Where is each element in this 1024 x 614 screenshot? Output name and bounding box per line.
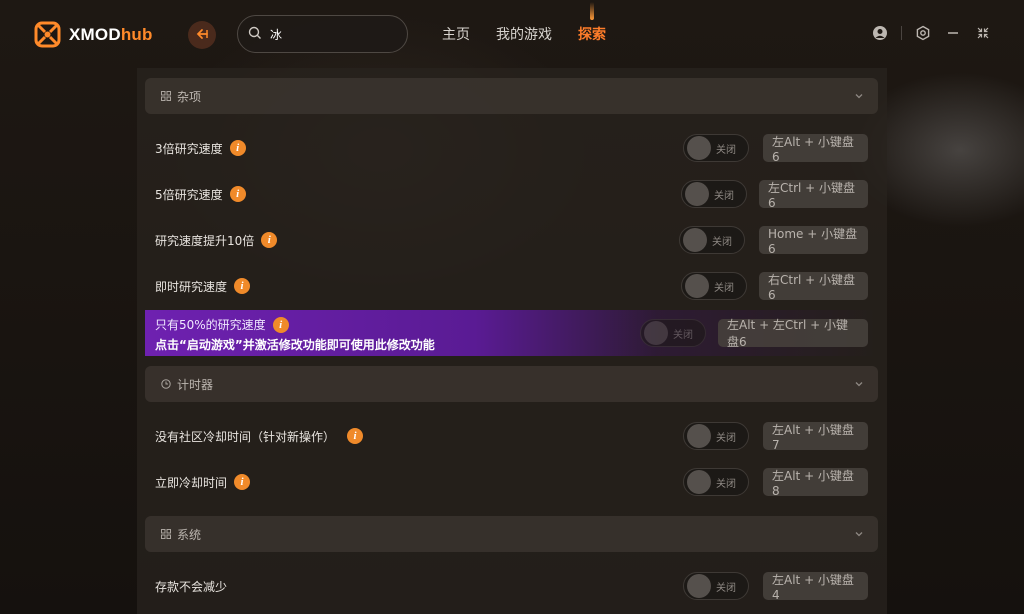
clock-icon xyxy=(161,379,171,389)
mod-row: 没有社区冷却时间（针对新操作） i 关闭 左Alt + 小键盘7 xyxy=(145,414,878,458)
toggle-label: 关闭 xyxy=(716,478,736,490)
info-icon[interactable]: i xyxy=(229,186,246,202)
top-bar: XMODhub 主页 我的游戏 探索 xyxy=(0,0,1024,68)
toggle-label: 关闭 xyxy=(712,236,732,248)
hotkey-button[interactable]: 左Alt + 小键盘6 xyxy=(763,134,868,164)
mod-row: 3倍研究速度 i 关闭 左Alt + 小键盘6 xyxy=(145,126,878,170)
toggle-label: 关闭 xyxy=(716,582,736,594)
mod-label: 存款不会减少 xyxy=(155,579,228,594)
toggle-knob xyxy=(687,424,711,448)
hotkey-button[interactable]: Home + 小键盘6 xyxy=(759,226,868,256)
info-icon[interactable]: i xyxy=(234,474,251,490)
mod-label: 立即冷却时间 xyxy=(155,475,228,490)
search-icon xyxy=(248,26,262,43)
mod-label: 即时研究速度 xyxy=(155,279,228,294)
mod-toggle[interactable]: 关闭 xyxy=(681,180,747,208)
info-icon[interactable]: i xyxy=(234,278,251,294)
mod-row: 5倍研究速度 i 关闭 左Ctrl + 小键盘6 xyxy=(145,172,878,216)
hotkey-button[interactable]: 左Alt + 小键盘4 xyxy=(763,572,868,602)
chevron-down-icon xyxy=(854,378,864,388)
grid-icon xyxy=(161,529,171,539)
toggle-knob xyxy=(644,321,668,345)
settings-icon[interactable] xyxy=(914,24,932,42)
hotkey-button[interactable]: 右Ctrl + 小键盘6 xyxy=(759,272,868,302)
mod-toggle[interactable]: 关闭 xyxy=(681,272,747,300)
toggle-knob xyxy=(687,136,711,160)
toggle-label: 关闭 xyxy=(716,432,736,444)
divider xyxy=(901,26,902,40)
section-title: 计时器 xyxy=(177,377,214,392)
logo-icon xyxy=(34,21,61,48)
mod-label: 没有社区冷却时间（针对新操作） xyxy=(155,429,336,444)
mod-label: 5倍研究速度 xyxy=(155,187,223,202)
mod-label: 研究速度提升10倍 xyxy=(155,233,255,248)
nav-explore[interactable]: 探索 xyxy=(578,2,606,44)
toggle-label: 关闭 xyxy=(714,282,734,294)
mod-row: 立即冷却时间 i 关闭 左Alt + 小键盘8 xyxy=(145,460,878,504)
hotkey-button[interactable]: 左Alt + 小键盘7 xyxy=(763,422,868,452)
info-icon[interactable]: i xyxy=(347,428,364,444)
app-name: XMOD xyxy=(69,24,121,44)
mod-toggle[interactable]: 关闭 xyxy=(683,468,749,496)
mod-row: 研究速度提升10倍 i 关闭 Home + 小键盘6 xyxy=(145,218,878,262)
search-input[interactable] xyxy=(270,27,390,41)
hotkey-button[interactable]: 左Ctrl + 小键盘6 xyxy=(759,180,868,210)
grid-icon xyxy=(161,91,171,101)
hotkey-button[interactable]: 左Alt + 左Ctrl + 小键盘6 xyxy=(718,318,868,349)
arrow-left-icon xyxy=(195,27,209,44)
nav-home[interactable]: 主页 xyxy=(442,24,470,44)
chevron-down-icon xyxy=(854,90,864,100)
toggle-knob xyxy=(685,182,709,206)
info-icon[interactable]: i xyxy=(261,232,278,248)
back-button[interactable] xyxy=(188,21,216,49)
mods-panel: 杂项 3倍研究速度 i 关闭 左Alt + 小键盘6 5倍研究速度 i 关闭 左… xyxy=(137,68,887,614)
toggle-knob xyxy=(687,470,711,494)
search-box[interactable] xyxy=(237,15,408,53)
section-header-system[interactable]: 系统 xyxy=(145,516,878,552)
chevron-down-icon xyxy=(854,528,864,538)
mod-toggle[interactable]: 关闭 xyxy=(640,319,706,347)
mod-toggle[interactable]: 关闭 xyxy=(679,226,745,254)
mod-label: 3倍研究速度 xyxy=(155,141,223,156)
minimize-icon[interactable] xyxy=(944,24,962,42)
mod-row-disabled-notice: 只有50%的研究速度 i 点击“启动游戏”并激活修改功能即可使用此修改功能 关闭… xyxy=(145,310,878,356)
mod-row: 存款不会减少 关闭 左Alt + 小键盘4 xyxy=(145,564,878,608)
app-logo[interactable]: XMODhub xyxy=(34,21,153,48)
mod-toggle[interactable]: 关闭 xyxy=(683,422,749,450)
toggle-label: 关闭 xyxy=(673,329,693,341)
toggle-label: 关闭 xyxy=(714,190,734,202)
toggle-knob xyxy=(687,574,711,598)
mod-label: 只有50%的研究速度 xyxy=(155,318,266,332)
section-title: 杂项 xyxy=(177,89,202,104)
info-icon[interactable]: i xyxy=(272,316,289,333)
user-icon[interactable] xyxy=(871,24,889,42)
nav-my-games[interactable]: 我的游戏 xyxy=(496,24,552,44)
mod-toggle[interactable]: 关闭 xyxy=(683,572,749,600)
hotkey-button[interactable]: 左Alt + 小键盘8 xyxy=(763,468,868,498)
section-title: 系统 xyxy=(177,527,202,542)
section-header-misc[interactable]: 杂项 xyxy=(145,78,878,114)
section-header-timer[interactable]: 计时器 xyxy=(145,366,878,402)
info-icon[interactable]: i xyxy=(229,140,246,156)
collapse-icon[interactable] xyxy=(974,24,992,42)
main-nav: 主页 我的游戏 探索 xyxy=(442,2,632,44)
window-controls xyxy=(859,24,992,42)
mod-row: 即时研究速度 i 关闭 右Ctrl + 小键盘6 xyxy=(145,264,878,308)
toggle-knob xyxy=(683,228,707,252)
toggle-label: 关闭 xyxy=(716,144,736,156)
toggle-knob xyxy=(685,274,709,298)
mod-toggle[interactable]: 关闭 xyxy=(683,134,749,162)
app-name-accent: hub xyxy=(120,24,153,44)
